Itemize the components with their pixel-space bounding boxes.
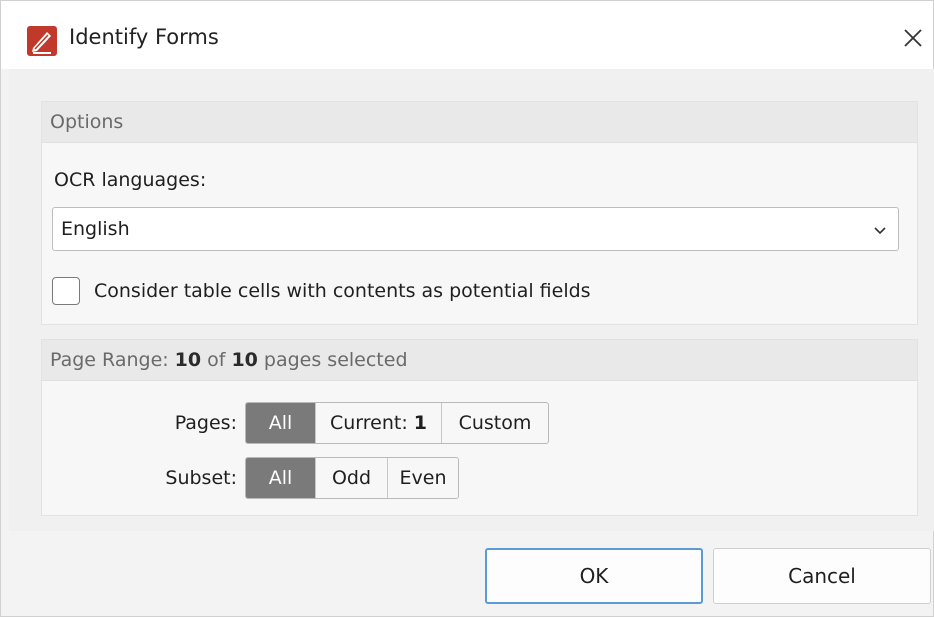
pages-label: Pages: (174, 412, 237, 434)
page-range-selected-count: 10 (174, 349, 202, 371)
cancel-button[interactable]: Cancel (713, 548, 931, 604)
close-icon (904, 29, 922, 47)
pages-option-all[interactable]: All (246, 403, 316, 443)
page-range-prefix: Page Range: (50, 349, 169, 371)
pages-option-custom[interactable]: Custom (442, 403, 548, 443)
page-range-suffix: pages selected (263, 349, 408, 371)
subset-option-all[interactable]: All (246, 458, 316, 498)
close-button[interactable] (893, 18, 933, 58)
subset-option-even[interactable]: Even (388, 458, 458, 498)
pages-option-current-label: Current: (329, 412, 408, 434)
ocr-language-value: English (61, 218, 130, 240)
options-section: Options OCR languages: English Consider … (41, 101, 918, 325)
dialog-title: Identify Forms (69, 25, 219, 49)
ocr-languages-label: OCR languages: (54, 169, 207, 191)
pages-option-current[interactable]: Current: 1 (316, 403, 442, 443)
pdf-edit-app-icon (27, 26, 57, 56)
subset-label: Subset: (165, 467, 237, 489)
subset-segmented-control: All Odd Even (245, 457, 459, 499)
pages-option-current-number: 1 (413, 412, 428, 434)
chevron-down-icon (872, 221, 888, 243)
pages-segmented-control: All Current: 1 Custom (245, 402, 549, 444)
identify-forms-dialog: Identify Forms Options OCR languages: En… (0, 0, 934, 617)
page-range-total-count: 10 (231, 349, 258, 371)
page-range-header: Page Range: 10 of 10 pages selected (42, 340, 917, 381)
table-cells-checkbox-label: Consider table cells with contents as po… (94, 280, 591, 302)
page-range-of: of (207, 349, 226, 371)
table-cells-checkbox[interactable] (52, 277, 80, 305)
options-header: Options (42, 102, 917, 143)
ok-button[interactable]: OK (485, 548, 703, 604)
table-cells-checkbox-row[interactable]: Consider table cells with contents as po… (52, 277, 591, 305)
ocr-language-dropdown[interactable]: English (52, 207, 899, 251)
page-range-section: Page Range: 10 of 10 pages selected Page… (41, 339, 918, 516)
subset-option-odd[interactable]: Odd (316, 458, 388, 498)
title-bar: Identify Forms (1, 1, 933, 69)
